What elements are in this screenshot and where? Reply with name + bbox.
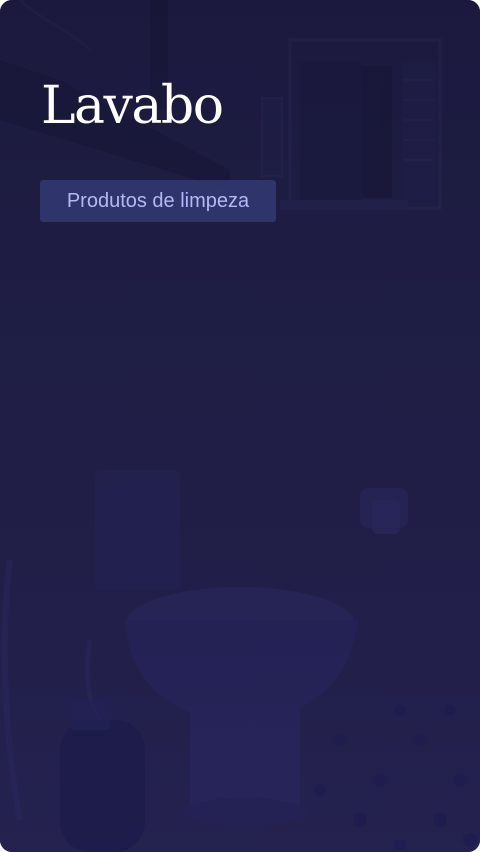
category-card-lavabo[interactable]: Lavabo Produtos de limpeza xyxy=(0,0,480,852)
category-tag[interactable]: Produtos de limpeza xyxy=(40,180,276,222)
card-title: Lavabo xyxy=(41,76,224,136)
